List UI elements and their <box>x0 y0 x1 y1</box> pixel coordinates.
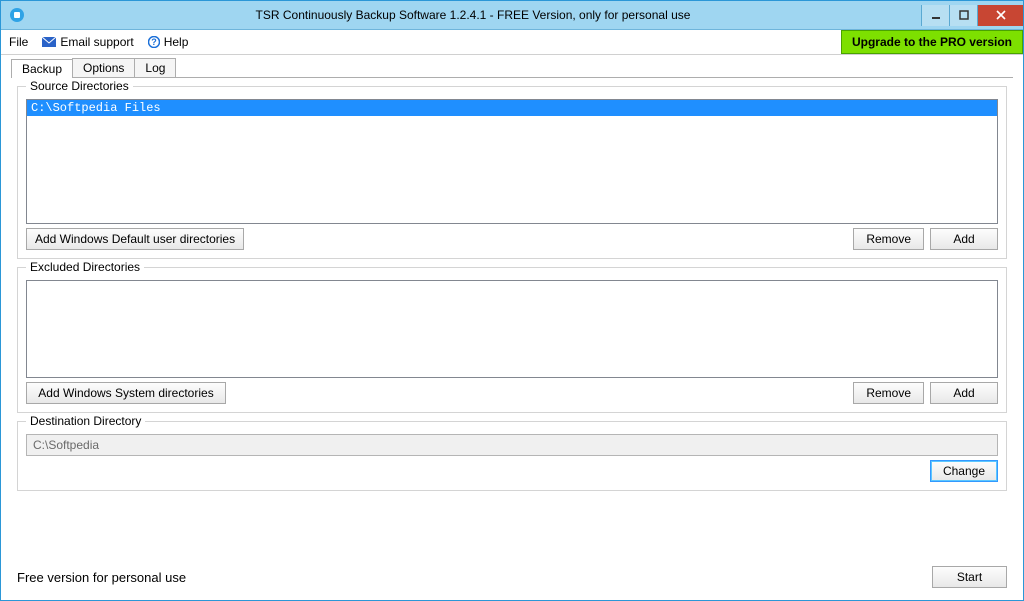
svg-text:?: ? <box>151 37 157 47</box>
minimize-button[interactable] <box>921 5 949 26</box>
source-listbox[interactable]: C:\Softpedia Files <box>26 99 998 224</box>
excluded-remove-button[interactable]: Remove <box>853 382 924 404</box>
excluded-listbox[interactable] <box>26 280 998 378</box>
source-legend: Source Directories <box>26 79 133 93</box>
menubar: File Email support ? Help Upgrade to the… <box>1 30 1023 55</box>
source-group: Source Directories C:\Softpedia Files Ad… <box>17 86 1007 259</box>
tab-panel-backup: Source Directories C:\Softpedia Files Ad… <box>11 77 1013 558</box>
change-button[interactable]: Change <box>930 460 998 482</box>
excluded-legend: Excluded Directories <box>26 260 144 274</box>
menu-help[interactable]: ? Help <box>148 35 189 49</box>
app-window: TSR Continuously Backup Software 1.2.4.1… <box>0 0 1024 601</box>
tabstrip: Backup Options Log <box>1 55 1023 77</box>
titlebar[interactable]: TSR Continuously Backup Software 1.2.4.1… <box>1 1 1023 30</box>
window-title: TSR Continuously Backup Software 1.2.4.1… <box>25 8 921 22</box>
destination-legend: Destination Directory <box>26 414 145 428</box>
source-add-button[interactable]: Add <box>930 228 998 250</box>
footer-message: Free version for personal use <box>17 570 186 585</box>
close-button[interactable] <box>977 5 1023 26</box>
upgrade-button[interactable]: Upgrade to the PRO version <box>841 30 1023 54</box>
tab-options[interactable]: Options <box>72 58 135 77</box>
maximize-button[interactable] <box>949 5 977 26</box>
add-system-dirs-button[interactable]: Add Windows System directories <box>26 382 226 404</box>
destination-group: Destination Directory C:\Softpedia Chang… <box>17 421 1007 491</box>
source-remove-button[interactable]: Remove <box>853 228 924 250</box>
excluded-group: Excluded Directories Add Windows System … <box>17 267 1007 413</box>
email-icon <box>42 37 56 47</box>
start-button[interactable]: Start <box>932 566 1007 588</box>
excluded-add-button[interactable]: Add <box>930 382 998 404</box>
menu-help-label: Help <box>164 35 189 49</box>
help-icon: ? <box>148 36 160 48</box>
footer: Free version for personal use Start <box>1 558 1023 600</box>
add-default-dirs-button[interactable]: Add Windows Default user directories <box>26 228 244 250</box>
menu-email-support[interactable]: Email support <box>42 35 133 49</box>
app-icon <box>9 7 25 23</box>
menu-file[interactable]: File <box>9 35 28 49</box>
destination-path: C:\Softpedia <box>26 434 998 456</box>
list-item[interactable]: C:\Softpedia Files <box>27 100 997 116</box>
tab-backup[interactable]: Backup <box>11 59 73 78</box>
menu-email-support-label: Email support <box>60 35 133 49</box>
tab-log[interactable]: Log <box>134 58 176 77</box>
